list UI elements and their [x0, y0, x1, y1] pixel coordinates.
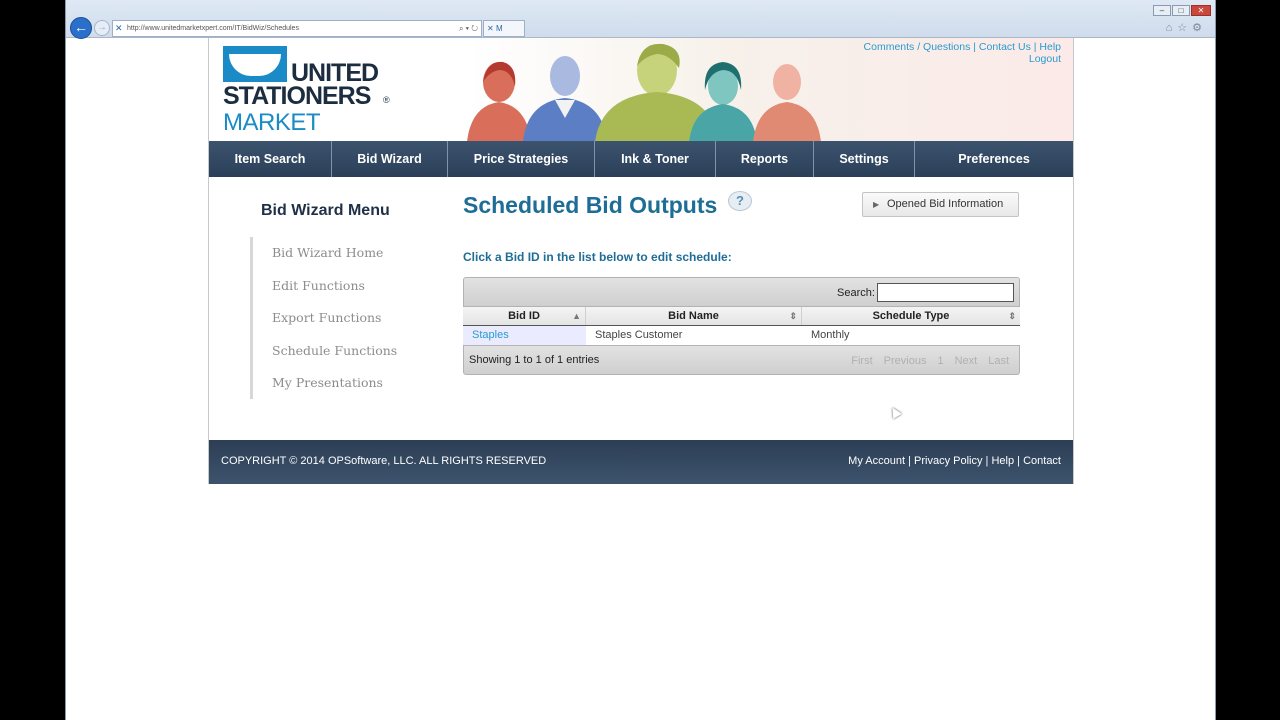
header-links-row2: Logout [864, 53, 1061, 65]
footer-contact-link[interactable]: Contact [1023, 455, 1061, 467]
schedules-table: Search: Bid ID ▲ Bid Name ⇕ Schedule Type ⇕… [463, 277, 1020, 375]
pager-page-1[interactable]: 1 [937, 355, 943, 367]
forward-arrow-icon[interactable]: → [94, 20, 110, 36]
opened-bid-label: Opened Bid Information [887, 198, 1004, 210]
schedule-type-cell: Monthly [811, 329, 850, 341]
tab-label: M [495, 24, 503, 33]
nav-bid-wizard[interactable]: Bid Wizard [332, 141, 448, 177]
footer-links: My Account | Privacy Policy | Help | Con… [848, 455, 1061, 467]
sidebar-item-export-functions[interactable]: Export Functions [253, 302, 400, 335]
browser-window: ← → ✕ http://www.unitedmarketxpert.com/I… [65, 0, 1216, 720]
footer-my-account-link[interactable]: My Account [848, 455, 905, 467]
person-blue [523, 56, 607, 141]
link-separator: | [970, 41, 979, 53]
header-links-row1: Comments / Questions | Contact Us | Help [864, 41, 1061, 53]
tab-favicon-icon: ✕ [487, 24, 496, 33]
address-bar[interactable]: ✕ http://www.unitedmarketxpert.com/IT/Bi… [112, 20, 482, 37]
table-footer: Showing 1 to 1 of 1 entries First Previo… [463, 345, 1020, 375]
sort-asc-icon: ▲ [572, 311, 581, 321]
column-label: Schedule Type [872, 310, 950, 322]
contact-us-link[interactable]: Contact Us [979, 41, 1031, 53]
sidebar-item-edit-functions[interactable]: Edit Functions [253, 270, 400, 303]
sidebar-item-my-presentations[interactable]: My Presentations [253, 367, 400, 400]
window-controls: – □ ✕ [1153, 5, 1211, 16]
person-teal [689, 62, 757, 141]
minimize-icon[interactable]: – [1153, 5, 1171, 16]
search-label: Search: [837, 287, 875, 299]
bid-id-link[interactable]: Staples [463, 326, 586, 345]
pager-first[interactable]: First [851, 355, 872, 367]
sidebar-title: Bid Wizard Menu [261, 202, 390, 219]
column-header-bid-id[interactable]: Bid ID ▲ [463, 307, 586, 325]
help-link[interactable]: Help [1039, 41, 1061, 53]
browser-toolbar: ← → ✕ http://www.unitedmarketxpert.com/I… [66, 0, 1215, 39]
nav-settings[interactable]: Settings [814, 141, 915, 177]
column-header-bid-name[interactable]: Bid Name ⇕ [586, 307, 802, 325]
sidebar-item-bid-wizard-home[interactable]: Bid Wizard Home [253, 237, 400, 270]
header-links: Comments / Questions | Contact Us | Help… [864, 41, 1061, 65]
instruction-text: Click a Bid ID in the list below to edit… [463, 250, 732, 264]
logo-badge-icon [223, 46, 287, 82]
logout-link[interactable]: Logout [1029, 53, 1061, 65]
pager-next[interactable]: Next [955, 355, 978, 367]
web-page: UNITED STATIONERS ® MARKET XPERT [208, 38, 1074, 484]
united-stationers-logo[interactable]: UNITED STATIONERS ® MARKET XPERT [223, 46, 393, 141]
mouse-cursor-icon [888, 405, 902, 419]
nav-preferences[interactable]: Preferences [915, 141, 1073, 177]
sort-both-icon: ⇕ [1008, 311, 1016, 321]
logo-line2: STATIONERS [223, 82, 371, 110]
search-input[interactable] [877, 283, 1014, 302]
nav-ink-toner[interactable]: Ink & Toner [595, 141, 716, 177]
browser-tab[interactable]: ✕ M [483, 20, 525, 37]
site-header: UNITED STATIONERS ® MARKET XPERT [209, 38, 1073, 141]
footer-privacy-policy-link[interactable]: Privacy Policy [914, 455, 982, 467]
maximize-icon[interactable]: □ [1172, 5, 1190, 16]
nav-item-search[interactable]: Item Search [209, 141, 332, 177]
table-toolbar: Search: [463, 277, 1020, 307]
person-salmon [753, 64, 821, 141]
table-row: Staples Staples Customer Monthly [463, 326, 1020, 345]
nav-reports[interactable]: Reports [716, 141, 814, 177]
triangle-right-icon: ▶ [873, 200, 880, 209]
address-tools-icon[interactable]: ⌕ ▾ ↻ [459, 21, 478, 36]
sidebar-item-schedule-functions[interactable]: Schedule Functions [253, 335, 400, 368]
person-red [467, 61, 531, 141]
address-url: http://www.unitedmarketxpert.com/IT/BidW… [127, 25, 299, 32]
back-arrow-icon[interactable]: ← [70, 17, 92, 39]
opened-bid-info-button[interactable]: ▶ Opened Bid Information [862, 192, 1019, 217]
table-header: Bid ID ▲ Bid Name ⇕ Schedule Type ⇕ [463, 307, 1020, 326]
column-header-schedule-type[interactable]: Schedule Type ⇕ [802, 307, 1020, 325]
help-bubble-icon[interactable]: ? [728, 191, 752, 211]
nav-price-strategies[interactable]: Price Strategies [448, 141, 595, 177]
main-nav: Item Search Bid Wizard Price Strategies … [209, 141, 1073, 177]
pager-last[interactable]: Last [988, 355, 1009, 367]
sidebar-menu: Bid Wizard Home Edit Functions Export Fu… [250, 237, 400, 399]
pagination: First Previous 1 Next Last [851, 355, 1009, 367]
column-label: Bid Name [668, 310, 719, 322]
home-favorites-settings-icons[interactable]: ⌂☆⚙ [1166, 21, 1207, 34]
logo-line3: MARKET XPERT [223, 109, 320, 141]
copyright-text: COPYRIGHT © 2014 OPSoftware, LLC. ALL RI… [221, 455, 547, 467]
footer-help-link[interactable]: Help [991, 455, 1014, 467]
bid-name-cell: Staples Customer [595, 329, 683, 341]
close-icon[interactable]: ✕ [1191, 5, 1211, 16]
site-favicon-icon: ✕ [115, 23, 123, 33]
logo-registered: ® [383, 95, 390, 105]
column-label: Bid ID [508, 310, 540, 322]
table-info: Showing 1 to 1 of 1 entries [469, 354, 600, 366]
site-footer: COPYRIGHT © 2014 OPSoftware, LLC. ALL RI… [209, 440, 1073, 484]
comments-questions-link[interactable]: Comments / Questions [864, 41, 971, 53]
sort-both-icon: ⇕ [789, 311, 797, 321]
page-title: Scheduled Bid Outputs [463, 192, 718, 218]
pager-previous[interactable]: Previous [884, 355, 927, 367]
people-banner-illustration [467, 43, 821, 141]
